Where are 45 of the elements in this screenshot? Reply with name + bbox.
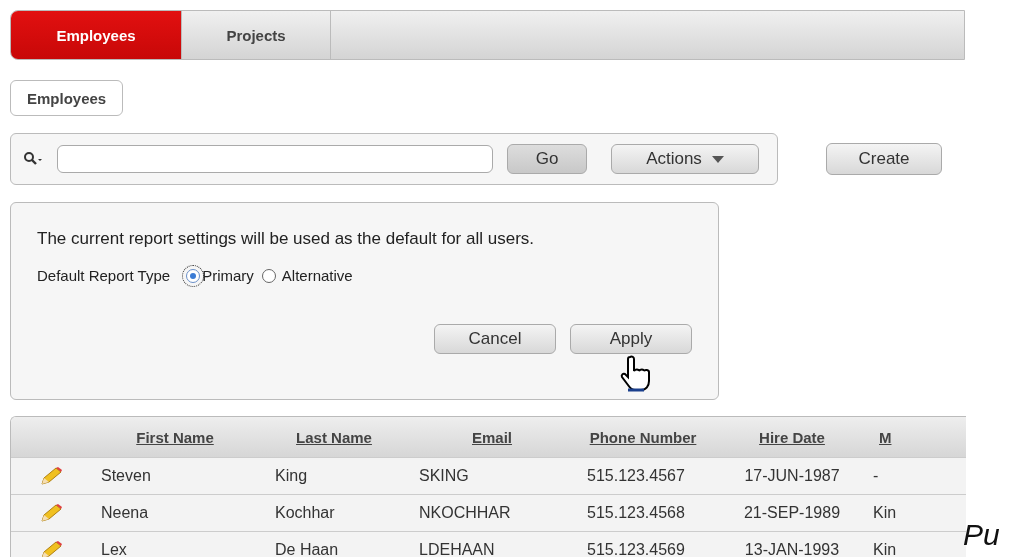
column-header[interactable]: M [873, 428, 892, 446]
table-cell-text: King [274, 467, 309, 485]
caption-text: Pu [963, 518, 1000, 551]
dialog-message: The current report settings will be used as the default for all users. [37, 229, 536, 249]
column-header[interactable]: Email [472, 428, 512, 446]
table-cell-text: Lex [100, 541, 128, 557]
table-cell-text: LDEHAAN [418, 541, 496, 557]
table-cell-text: Steven [100, 467, 152, 485]
column-header[interactable]: First Name [136, 428, 214, 446]
table-cell-text: Kochhar [274, 504, 336, 522]
table-cell: 13-JAN-1993 [744, 541, 840, 557]
radio-label: Primary [202, 267, 254, 284]
actions-button[interactable]: Actions [611, 144, 759, 174]
tab[interactable]: Projects [182, 11, 331, 59]
radio-button[interactable] [261, 268, 276, 283]
table-cell: 17-JUN-1987 [744, 467, 840, 485]
pencil-icon[interactable] [39, 466, 63, 486]
table-cell-text: NKOCHHAR [418, 504, 512, 522]
table-cell-text: 515.123.4567 [586, 467, 686, 485]
go-button[interactable]: Go [507, 144, 587, 174]
table-cell-text: - [873, 467, 880, 485]
table-cell-text: 515.123.4569 [586, 541, 686, 557]
radio-button[interactable] [186, 268, 201, 283]
table-cell-text: Kin [873, 541, 898, 557]
table-cell: 21-SEP-1989 [743, 504, 841, 522]
radio-label: Alternative [281, 267, 353, 284]
column-header[interactable]: Last Name [296, 428, 372, 446]
table-cell-text: De Haan [274, 541, 340, 557]
search-icon[interactable] [23, 151, 43, 167]
pencil-icon[interactable] [39, 540, 63, 557]
caret-icon [711, 155, 724, 163]
pencil-icon[interactable] [39, 503, 63, 523]
table-cell-text: SKING [418, 467, 470, 485]
column-header[interactable]: Phone Number [589, 428, 697, 446]
table-cell-text: Kin [873, 504, 898, 522]
search-field[interactable] [57, 145, 493, 173]
column-header[interactable]: Hire Date [759, 428, 825, 446]
tab[interactable]: Employees [11, 11, 182, 59]
dialog-button[interactable]: Apply [570, 324, 692, 354]
dialog-button[interactable]: Cancel [434, 324, 556, 354]
table-cell-text: 515.123.4568 [586, 504, 686, 522]
breadcrumb-button[interactable]: Employees [10, 80, 124, 116]
table-cell-text: Neena [100, 504, 150, 522]
field-label: Default Report Type [37, 267, 171, 284]
create-button[interactable]: Create [826, 143, 942, 175]
